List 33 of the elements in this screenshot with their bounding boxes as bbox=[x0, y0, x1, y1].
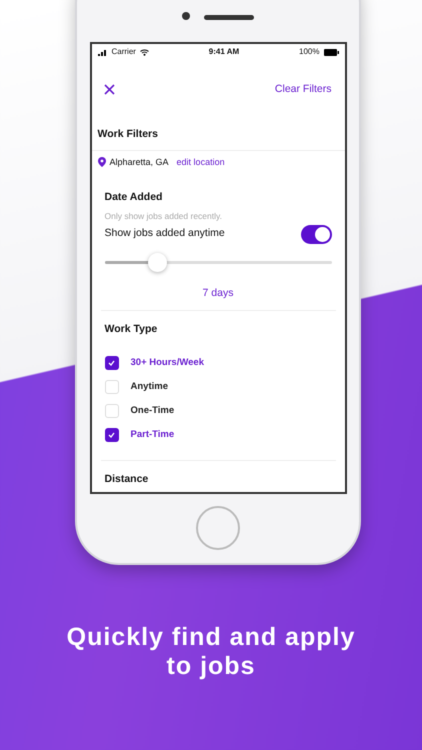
status-time: 9:41 AM bbox=[208, 46, 240, 58]
section-heading: Date Added bbox=[104, 190, 164, 205]
hint-text: Only show jobs added recently. bbox=[104, 210, 223, 222]
section-heading: Distance bbox=[104, 472, 150, 487]
signal-icon bbox=[98, 48, 108, 56]
speaker-icon bbox=[204, 15, 254, 20]
toggle-switch[interactable] bbox=[300, 224, 332, 244]
page-title: Work Filters bbox=[96, 126, 159, 142]
slider-value: 7 days bbox=[202, 286, 234, 298]
checkbox[interactable] bbox=[104, 428, 118, 442]
option-label: 30+ Hours/Week bbox=[130, 356, 204, 370]
clear-filters-link[interactable]: Clear Filters bbox=[274, 82, 332, 98]
option-label: Part-Time bbox=[130, 428, 174, 442]
checkbox[interactable] bbox=[104, 380, 118, 394]
option-label: Anytime bbox=[130, 380, 168, 394]
caption-text: Quickly find and apply to jobs bbox=[66, 623, 356, 680]
option-label: One-Time bbox=[130, 404, 174, 418]
battery-icon bbox=[324, 48, 338, 56]
camera-icon bbox=[182, 12, 190, 20]
checkbox[interactable] bbox=[104, 404, 118, 418]
checkbox[interactable] bbox=[104, 356, 118, 370]
slider-thumb[interactable] bbox=[148, 252, 167, 272]
toggle-label: Show jobs added anytime bbox=[104, 226, 225, 242]
close-icon[interactable] bbox=[104, 84, 114, 96]
checkmark-icon bbox=[108, 360, 115, 366]
location-pin-icon bbox=[98, 157, 106, 168]
location-text: Alpharetta, GA bbox=[110, 156, 169, 169]
section-heading: Work Type bbox=[104, 322, 158, 338]
edit-location-link[interactable]: edit location bbox=[176, 156, 225, 169]
carrier-text: Carrier bbox=[112, 46, 136, 58]
battery-text: 100% bbox=[299, 46, 320, 58]
wifi-icon bbox=[140, 48, 149, 56]
checkmark-icon bbox=[108, 432, 115, 438]
